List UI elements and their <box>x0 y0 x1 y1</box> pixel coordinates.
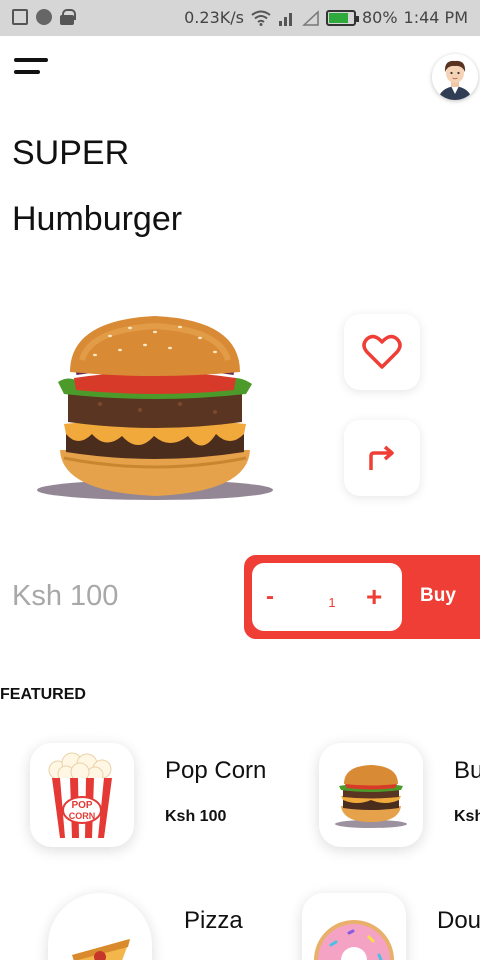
product-title-line2: Humburger <box>12 200 183 238</box>
popcorn-logo-pop: POP <box>71 800 92 811</box>
avatar[interactable] <box>432 54 478 100</box>
product-title-line1: SUPER <box>12 134 130 172</box>
featured-item-name[interactable]: Pop Corn <box>165 757 266 785</box>
buy-bar: - 1 + Buy <box>244 555 480 639</box>
featured-heading: FEATURED <box>0 686 86 703</box>
signal-icon <box>278 12 292 26</box>
share-arrow-icon <box>369 445 394 470</box>
lock-icon <box>60 9 76 25</box>
favorite-button[interactable] <box>344 314 420 390</box>
product-price: Ksh 100 <box>12 580 119 612</box>
pizza-thumbnail[interactable] <box>48 893 152 960</box>
increase-quantity-button[interactable]: + <box>366 581 382 613</box>
decrease-quantity-button[interactable]: - <box>266 583 274 611</box>
clock: 1:44 PM <box>403 8 468 27</box>
buy-button[interactable]: Buy <box>420 585 456 607</box>
quantity-stepper: - 1 + <box>252 563 402 631</box>
network-speed: 0.23K/s <box>184 8 244 27</box>
heart-icon <box>362 334 402 369</box>
featured-item-price: Ksh <box>454 808 480 825</box>
burger-thumbnail[interactable] <box>319 743 423 847</box>
burger-image <box>30 300 280 510</box>
gallery-notification-icon <box>12 9 28 25</box>
share-button[interactable] <box>344 420 420 496</box>
menu-icon[interactable] <box>14 58 48 78</box>
no-signal-icon <box>302 9 319 26</box>
popcorn-thumbnail[interactable]: POP CORN <box>30 743 134 847</box>
battery-percent: 80% <box>361 8 398 27</box>
status-icons-right: 0.23K/s 80% 1:44 PM <box>184 8 468 27</box>
wifi-icon <box>251 10 271 26</box>
featured-item-name[interactable]: Bu <box>454 757 480 785</box>
featured-item-price: Ksh 100 <box>165 808 227 825</box>
donut-thumbnail[interactable] <box>302 893 406 960</box>
status-icons-left <box>12 9 76 25</box>
popcorn-logo-corn: CORN <box>69 811 96 821</box>
featured-item-name[interactable]: Pizza <box>184 907 243 935</box>
featured-item-name[interactable]: Dou <box>437 907 480 935</box>
status-bar: 0.23K/s 80% 1:44 PM <box>0 0 480 36</box>
quantity-value: 1 <box>328 595 336 610</box>
circle-notification-icon <box>36 9 52 25</box>
battery-icon <box>325 9 359 26</box>
